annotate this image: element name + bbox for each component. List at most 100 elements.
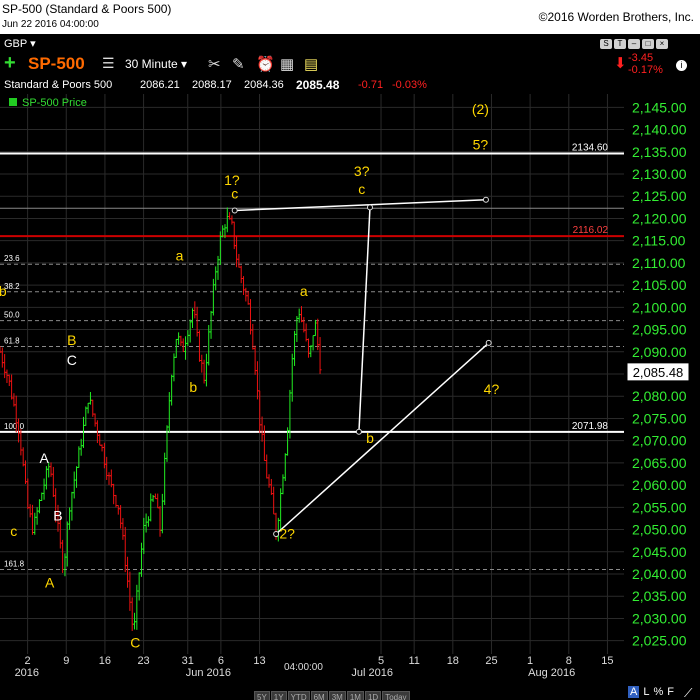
y-tick-label: 2,035.00 <box>632 588 687 604</box>
wave-label: b <box>0 283 7 299</box>
fib-label: 50.0 <box>4 311 20 320</box>
x-tick-label: 2 <box>25 655 31 667</box>
timeframe-1m[interactable]: 1M <box>346 691 364 700</box>
y-tick-label: 2,075.00 <box>632 410 687 426</box>
window-datetime: Jun 22 2016 04:00:00 <box>2 19 99 30</box>
interval-label: 30 Minute <box>125 57 178 71</box>
timeframe-5y[interactable]: 5Y <box>254 691 270 700</box>
close-icon[interactable]: × <box>656 39 668 49</box>
wave-label: a <box>300 283 308 299</box>
y-tick-label: 2,025.00 <box>632 633 687 649</box>
y-tick-label: 2,125.00 <box>632 188 687 204</box>
y-tick-label: 2,105.00 <box>632 277 687 293</box>
wave-label: b <box>189 379 197 395</box>
timeframe-6m[interactable]: 6M <box>310 691 328 700</box>
y-tick-label: 2,145.00 <box>632 99 687 115</box>
fib-label: 100.0 <box>4 422 25 431</box>
wave-label: 2? <box>279 525 295 541</box>
y-tick-label: 2,115.00 <box>632 233 686 249</box>
change-pct: -0.17% <box>628 64 663 76</box>
tools-icon[interactable]: ✂ <box>208 55 221 73</box>
last-price-label: 2,085.48 <box>633 365 684 380</box>
x-tick-label: 5 <box>378 655 384 667</box>
quote-change-pct: -0.03% <box>392 79 427 91</box>
timeframe-3m[interactable]: 3M <box>328 691 346 700</box>
y-tick-label: 2,140.00 <box>632 122 687 138</box>
x-tick-label: 1 <box>527 655 533 667</box>
title-bar: SP-500 (Standard & Poors 500) Jun 22 201… <box>0 0 700 34</box>
trend-line-handle <box>273 531 280 537</box>
alarm-clock-icon[interactable]: ⏰ <box>256 55 275 73</box>
level-label: 2116.02 <box>573 225 609 236</box>
toolbar-row-1: GBP ▾ S T – □ × <box>0 34 700 52</box>
bottom-bar: 5Y 1Y YTD 6M 3M 1M 1D Today A L% F ⟋ <box>0 686 700 700</box>
window-controls: S T – □ × <box>600 37 670 49</box>
draw-icon[interactable]: ✎ <box>232 55 245 73</box>
legend-swatch <box>9 98 17 106</box>
list-icon[interactable]: ☰ <box>102 55 115 72</box>
price-chart[interactable]: 23.638.250.061.8100.0161.82134.602116.02… <box>0 94 700 686</box>
quote-low: 2084.36 <box>244 79 284 91</box>
symbol-field[interactable]: SP-500 <box>28 54 85 74</box>
scale-button-f[interactable]: F <box>667 686 674 698</box>
toolbar-row-2: + SP-500 ☰ 30 Minute ▾ ✂ ✎ ⏰ ▦ ▤ ⬇ -3.45… <box>0 52 700 76</box>
fib-label: 161.8 <box>4 560 25 569</box>
x-tick-label: 16 <box>99 655 111 667</box>
add-icon[interactable]: + <box>4 52 16 75</box>
trend-line-handle <box>485 339 492 346</box>
y-tick-label: 2,110.00 <box>632 255 686 271</box>
timeframe-today[interactable]: Today <box>382 691 410 700</box>
wave-label: C <box>67 352 77 368</box>
resize-handle-icon[interactable]: ⟋ <box>684 686 692 700</box>
quote-high: 2088.17 <box>192 79 232 91</box>
info-icon[interactable]: i <box>676 60 687 71</box>
quote-last: 2085.48 <box>296 78 340 92</box>
timeframe-ytd[interactable]: YTD <box>287 691 310 700</box>
y-tick-label: 2,130.00 <box>632 166 687 182</box>
wave-label: B <box>53 508 62 524</box>
copyright: ©2016 Worden Brothers, Inc. <box>538 10 694 24</box>
wave-label: 3? <box>354 163 370 179</box>
trend-line-handle <box>355 428 362 435</box>
wave-label: b <box>366 430 374 446</box>
x-tick-label: 8 <box>566 655 572 667</box>
down-arrow-icon: ⬇ <box>614 55 627 72</box>
y-tick-label: 2,070.00 <box>632 433 687 449</box>
scale-button-pct[interactable]: % <box>653 686 663 698</box>
change-abs: -3.45 <box>628 52 654 64</box>
minimize-icon[interactable]: – <box>628 39 640 49</box>
note-icon[interactable]: ▤ <box>304 55 318 73</box>
y-axis: 2,025.00 2,030.00 2,035.00 2,040.00 2,045.00… <box>626 99 690 649</box>
wave-label: B <box>67 332 76 348</box>
timeframe-1d[interactable]: 1D <box>364 691 382 700</box>
y-tick-label: 2,045.00 <box>632 544 687 560</box>
interval-dropdown[interactable]: 30 Minute ▾ <box>125 57 187 71</box>
t-button[interactable]: T <box>614 39 626 49</box>
y-tick-label: 2,065.00 <box>632 455 687 471</box>
currency-dropdown[interactable]: GBP ▾ <box>4 37 36 50</box>
quote-row: Standard & Poors 500 2086.21 2088.17 208… <box>0 76 700 94</box>
trend-line-handle <box>366 204 373 211</box>
x-tick-label: 15 <box>601 655 613 667</box>
s-button[interactable]: S <box>600 39 612 49</box>
cursor-time: 04:00:00 <box>284 662 323 673</box>
scale-button-a[interactable]: A <box>628 686 640 698</box>
y-tick-label: 2,090.00 <box>632 344 687 360</box>
wave-label: c <box>10 523 17 539</box>
wave-label: c <box>358 181 365 197</box>
trend-line-handle <box>482 196 489 203</box>
currency-label: GBP <box>4 38 28 50</box>
y-tick-label: 2,095.00 <box>632 322 687 338</box>
wave-label: C <box>130 634 140 650</box>
maximize-icon[interactable]: □ <box>642 39 654 49</box>
x-tick-label: 23 <box>137 655 149 667</box>
y-tick-label: 2,055.00 <box>632 499 687 515</box>
calculator-icon[interactable]: ▦ <box>280 55 294 73</box>
y-tick-label: 2,080.00 <box>632 388 687 404</box>
scale-button-l[interactable]: L <box>643 686 649 698</box>
window-title: SP-500 (Standard & Poors 500) <box>2 2 172 16</box>
timeframe-1y[interactable]: 1Y <box>270 691 287 700</box>
wave-label: c <box>231 185 238 201</box>
quote-open: 2086.21 <box>140 79 180 91</box>
y-tick-label: 2,060.00 <box>632 477 687 493</box>
